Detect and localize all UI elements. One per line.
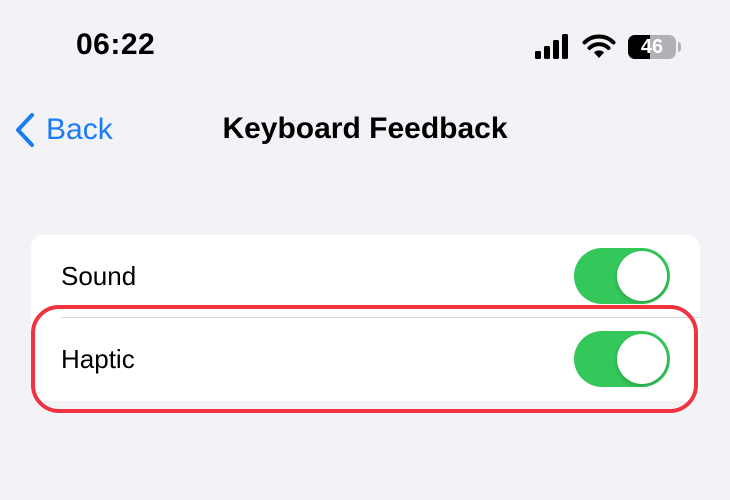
settings-row-haptic: Haptic bbox=[31, 318, 700, 401]
settings-row-sound: Sound bbox=[31, 235, 700, 318]
sound-toggle[interactable] bbox=[574, 248, 670, 304]
haptic-toggle[interactable] bbox=[574, 331, 670, 387]
signal-icon bbox=[535, 34, 568, 59]
sound-label: Sound bbox=[61, 261, 137, 291]
toggle-knob bbox=[617, 334, 667, 384]
wifi-icon bbox=[582, 34, 616, 58]
status-time: 06:22 bbox=[76, 28, 156, 61]
settings-group: Sound Haptic bbox=[31, 235, 700, 401]
toggle-knob bbox=[617, 251, 667, 301]
haptic-label: Haptic bbox=[61, 344, 135, 374]
page-title: Keyboard Feedback bbox=[222, 112, 508, 145]
battery-icon: 46 bbox=[628, 35, 686, 59]
battery-level: 46 bbox=[640, 36, 664, 58]
